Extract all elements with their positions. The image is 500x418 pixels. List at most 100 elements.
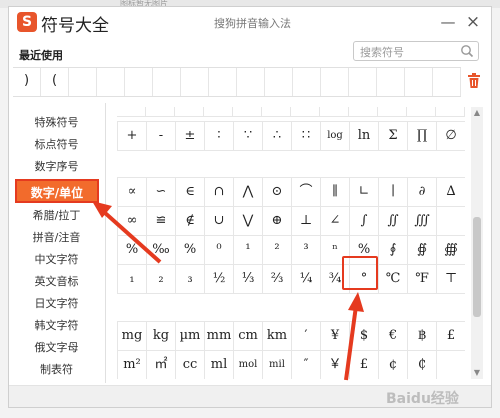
symbol-cell[interactable] (233, 107, 262, 117)
symbol-cell[interactable]: mol (234, 351, 263, 379)
symbol-cell[interactable]: ∈ (176, 178, 205, 207)
recent-symbol-cell[interactable] (69, 68, 97, 96)
symbol-cell[interactable]: ∭ (408, 207, 437, 236)
symbol-cell[interactable]: ₵ (408, 351, 437, 379)
search-icon[interactable] (460, 44, 474, 58)
symbol-cell[interactable]: µm (176, 322, 205, 351)
symbol-cell[interactable]: ⅓ (234, 265, 263, 294)
symbol-cell[interactable]: ∟ (350, 178, 379, 207)
symbol-cell[interactable]: € (379, 322, 408, 351)
sidebar-item[interactable]: 俄文字母 (9, 338, 104, 358)
symbol-cell[interactable]: ∯ (408, 236, 437, 265)
symbol-cell[interactable]: km (263, 322, 292, 351)
symbol-cell[interactable]: ∆ (437, 178, 465, 207)
symbol-cell[interactable] (349, 107, 378, 117)
symbol-cell[interactable] (407, 107, 436, 117)
symbol-cell[interactable]: ‰ (147, 236, 176, 265)
symbol-cell[interactable]: ² (263, 236, 292, 265)
search-box[interactable] (353, 41, 479, 61)
symbol-cell[interactable]: ∅ (437, 122, 465, 151)
symbol-cell[interactable]: ℉ (408, 265, 437, 294)
symbol-cell[interactable]: ⅔ (263, 265, 292, 294)
close-button[interactable]: × (464, 13, 482, 31)
symbol-cell[interactable]: ฿ (408, 322, 437, 351)
symbol-cell[interactable] (204, 107, 233, 117)
symbol-cell[interactable]: ml (205, 351, 234, 379)
vertical-scrollbar[interactable]: ▲ ▼ (471, 107, 483, 379)
symbol-cell[interactable]: ± (176, 122, 205, 151)
symbol-cell[interactable]: mg (118, 322, 147, 351)
symbol-cell[interactable]: ∬ (379, 207, 408, 236)
symbol-cell[interactable]: Σ (379, 122, 408, 151)
symbol-cell[interactable] (320, 107, 349, 117)
symbol-cell[interactable]: ⊕ (263, 207, 292, 236)
symbol-cell[interactable]: m² (118, 351, 147, 379)
symbol-cell[interactable]: ∝ (118, 178, 147, 207)
symbol-cell[interactable]: + (118, 122, 147, 151)
symbol-cell[interactable]: ℃ (379, 265, 408, 294)
symbol-cell[interactable]: ₂ (147, 265, 176, 294)
symbol-cell[interactable] (437, 351, 465, 379)
recent-symbol-cell[interactable]: ) (13, 68, 41, 96)
recent-symbol-cell[interactable] (433, 68, 461, 96)
symbol-cell[interactable] (175, 107, 204, 117)
recent-symbol-cell[interactable] (181, 68, 209, 96)
recent-symbol-cell[interactable] (237, 68, 265, 96)
symbol-cell[interactable] (437, 207, 465, 236)
sidebar-item[interactable]: 中文字符 (9, 250, 104, 270)
symbol-cell[interactable]: ″ (292, 351, 321, 379)
symbol-cell[interactable]: ≌ (147, 207, 176, 236)
symbol-cell[interactable]: ∞ (118, 207, 147, 236)
search-input[interactable] (358, 43, 458, 61)
symbol-cell[interactable]: ⊙ (263, 178, 292, 207)
minimize-button[interactable]: — (439, 13, 457, 31)
symbol-cell[interactable]: £ (350, 351, 379, 379)
recent-symbol-cell[interactable]: ( (41, 68, 69, 96)
scroll-down-arrow-icon[interactable]: ▼ (471, 367, 483, 379)
symbol-cell[interactable]: % (176, 236, 205, 265)
symbol-cell[interactable]: ⋀ (234, 178, 263, 207)
symbol-cell[interactable]: ⊥ (292, 207, 321, 236)
sidebar-item[interactable]: 希腊/拉丁 (9, 206, 104, 226)
recent-symbol-cell[interactable] (377, 68, 405, 96)
sidebar-item[interactable]: 英文音标 (9, 272, 104, 292)
symbol-cell[interactable]: ∽ (147, 178, 176, 207)
symbol-cell[interactable]: ∣ (379, 178, 408, 207)
symbol-cell[interactable]: ∴ (263, 122, 292, 151)
symbol-cell[interactable]: kg (147, 322, 176, 351)
symbol-cell[interactable]: mm (205, 322, 234, 351)
symbol-cell[interactable] (291, 107, 320, 117)
symbol-cell[interactable]: cm (234, 322, 263, 351)
symbol-cell[interactable]: ∠ (321, 207, 350, 236)
symbol-cell[interactable]: ⊤ (437, 265, 465, 294)
symbol-cell[interactable]: ∵ (234, 122, 263, 151)
symbol-cell[interactable]: ⁰ (205, 236, 234, 265)
symbol-cell[interactable]: ∷ (292, 122, 321, 151)
recent-symbol-cell[interactable] (97, 68, 125, 96)
symbol-cell[interactable]: ∪ (205, 207, 234, 236)
symbol-cell[interactable]: ∏ (408, 122, 437, 151)
sidebar-item[interactable]: 拼音/注音 (9, 228, 104, 248)
symbol-cell[interactable]: cc (176, 351, 205, 379)
symbol-cell[interactable]: £ (437, 322, 465, 351)
symbol-cell[interactable]: log (321, 122, 350, 151)
sidebar-item[interactable]: 日文字符 (9, 294, 104, 314)
scroll-up-arrow-icon[interactable]: ▲ (471, 107, 483, 119)
symbol-cell[interactable]: % (118, 236, 147, 265)
symbol-cell[interactable]: ₁ (118, 265, 147, 294)
symbol-cell[interactable] (436, 107, 465, 117)
symbol-cell[interactable]: ½ (205, 265, 234, 294)
recent-symbol-cell[interactable] (265, 68, 293, 96)
sidebar-item[interactable]: 韩文字符 (9, 316, 104, 336)
symbol-cell[interactable]: $ (350, 322, 379, 351)
symbol-cell[interactable]: ¹ (234, 236, 263, 265)
symbol-cell[interactable]: ₃ (176, 265, 205, 294)
recent-symbol-cell[interactable] (293, 68, 321, 96)
recent-symbol-cell[interactable] (349, 68, 377, 96)
symbol-cell[interactable]: ln (350, 122, 379, 151)
recent-symbol-cell[interactable] (405, 68, 433, 96)
recent-symbol-cell[interactable] (153, 68, 181, 96)
symbol-cell[interactable] (378, 107, 407, 117)
symbol-cell[interactable]: ∩ (205, 178, 234, 207)
symbol-cell[interactable]: ∶ (205, 122, 234, 151)
